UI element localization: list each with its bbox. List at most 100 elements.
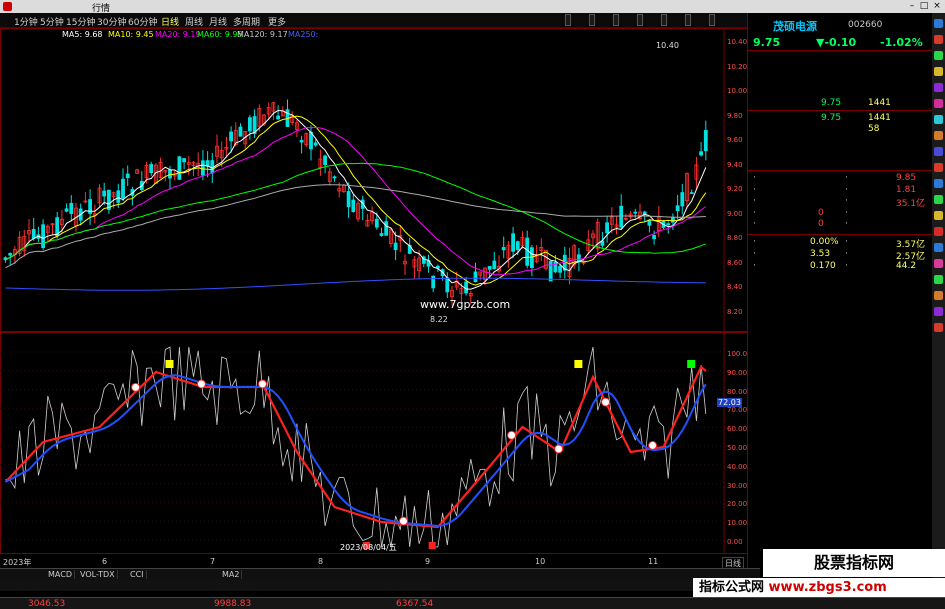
tool-icon[interactable]	[934, 163, 943, 172]
toolbar-button[interactable]	[685, 14, 691, 26]
candle-body	[703, 129, 708, 152]
stat-value: 0.170	[810, 261, 836, 271]
indicator-axis-label: 40.00	[727, 462, 748, 471]
watermark-url: www.zbgs3.com	[768, 580, 887, 595]
stat-label: ·	[845, 261, 848, 271]
indicator-tab[interactable]: MA2	[220, 570, 243, 579]
tool-icon[interactable]	[934, 307, 943, 316]
ma250-line	[5, 277, 706, 291]
indicator-tab[interactable]: VOL-TDX	[78, 570, 118, 579]
candle-body	[487, 266, 492, 270]
indicator-axis-label: 70.00	[727, 406, 748, 415]
period-monthly[interactable]: 月线	[209, 15, 227, 28]
index-value: 3046.53	[28, 599, 66, 609]
time-axis-label: 11	[648, 557, 659, 566]
price-change: ▼-0.10	[816, 36, 857, 49]
stat-label: ·	[753, 261, 756, 271]
minimize-icon[interactable]: –	[906, 1, 918, 11]
stat-value: 0.00%	[810, 237, 839, 247]
stat-value: 35.1亿	[896, 199, 926, 209]
period-multi[interactable]: 多周期	[233, 15, 260, 28]
toolbar-button[interactable]	[709, 14, 715, 26]
candle-body	[548, 260, 553, 282]
indicator-axis-label: 30.00	[727, 481, 748, 490]
indicator-axis-label: 0.00	[727, 538, 743, 546]
time-axis-label: 7	[210, 557, 216, 566]
tool-icon[interactable]	[934, 227, 943, 236]
indicator-chart[interactable]: 2023/08/04/五	[0, 332, 748, 554]
tool-icon[interactable]	[934, 35, 943, 44]
indicator-tab[interactable]: MACD	[46, 570, 75, 579]
tool-icon[interactable]	[934, 291, 943, 300]
tool-icon[interactable]	[934, 259, 943, 268]
toolbar-button[interactable]	[637, 14, 643, 26]
tool-icon[interactable]	[934, 147, 943, 156]
tool-icon[interactable]	[934, 195, 943, 204]
candle-body	[309, 131, 313, 150]
stat-label: ·	[753, 196, 756, 206]
period-weekly[interactable]: 周线	[185, 15, 203, 28]
tool-icon[interactable]	[934, 243, 943, 252]
watermark-bottom-title: 指标公式网	[699, 580, 765, 595]
period-5min[interactable]: 5分钟	[40, 15, 64, 28]
tool-icon[interactable]	[934, 99, 943, 108]
period-daily[interactable]: 日线	[161, 15, 179, 28]
candle-body	[374, 218, 379, 228]
price-axis-label: 9.80	[727, 111, 743, 120]
tool-icon[interactable]	[934, 67, 943, 76]
tool-icon[interactable]	[934, 179, 943, 188]
tool-icon[interactable]	[934, 131, 943, 140]
tool-icon[interactable]	[934, 19, 943, 28]
period-1min[interactable]: 1分钟	[14, 15, 38, 28]
tool-icon[interactable]	[934, 211, 943, 220]
tool-icon[interactable]	[934, 323, 943, 332]
price-axis-label: 10.40	[727, 38, 748, 46]
tool-icon[interactable]	[934, 115, 943, 124]
toolbar-button[interactable]	[661, 14, 667, 26]
stat-value: 0	[818, 207, 824, 218]
buy-marker-icon	[648, 440, 658, 450]
period-30min[interactable]: 30分钟	[97, 15, 126, 28]
high-marker: 10.40	[656, 41, 679, 50]
candle-body	[511, 233, 516, 252]
price-axis-label: 10.00	[727, 87, 748, 95]
tool-icon[interactable]	[934, 275, 943, 284]
candle-body	[525, 237, 530, 266]
date-tag: 2023/08/04/五	[340, 543, 397, 552]
toolbar-button[interactable]	[565, 14, 571, 26]
price-axis-label: 9.20	[727, 185, 743, 193]
stat-label: ·	[753, 249, 756, 259]
toolbar-button[interactable]	[589, 14, 595, 26]
period-15min[interactable]: 15分钟	[66, 15, 95, 28]
candle-body	[102, 190, 107, 197]
buy-marker-icon	[258, 379, 267, 389]
index-value: 6367.54	[396, 599, 434, 609]
signal-square	[428, 542, 436, 549]
price-axis-label: 9.60	[727, 136, 743, 144]
time-axis-label: 6	[102, 557, 108, 566]
price-axis-label: 8.40	[727, 283, 743, 291]
stat-label: ·	[753, 219, 756, 229]
candle-body	[515, 241, 520, 251]
candle-body	[492, 260, 497, 270]
period-more[interactable]: 更多	[268, 15, 286, 28]
candle-body	[675, 205, 680, 212]
stat-value: 3.53	[810, 249, 831, 259]
candle-body	[299, 139, 304, 143]
blue-line	[5, 374, 707, 528]
stat-label: ·	[845, 249, 848, 259]
candle-body	[393, 242, 398, 251]
period-60min[interactable]: 60分钟	[128, 15, 157, 28]
tool-icon[interactable]	[934, 83, 943, 92]
tool-icon[interactable]	[934, 51, 943, 60]
close-icon[interactable]: ×	[931, 1, 943, 11]
toolbar-button[interactable]	[613, 14, 619, 26]
candlestick-chart[interactable]: 10.40 8.22 www.7gpzb.com	[0, 28, 748, 332]
title-bar: 行情 – □ ×	[0, 0, 945, 14]
maximize-icon[interactable]: □	[918, 1, 930, 11]
price-change-pct: -1.02%	[880, 36, 923, 49]
price-axis-label: 8.60	[727, 258, 743, 267]
buy-marker-icon	[399, 516, 408, 526]
indicator-axis-label: 20.00	[727, 500, 748, 509]
indicator-tab[interactable]: CCI	[128, 570, 147, 579]
